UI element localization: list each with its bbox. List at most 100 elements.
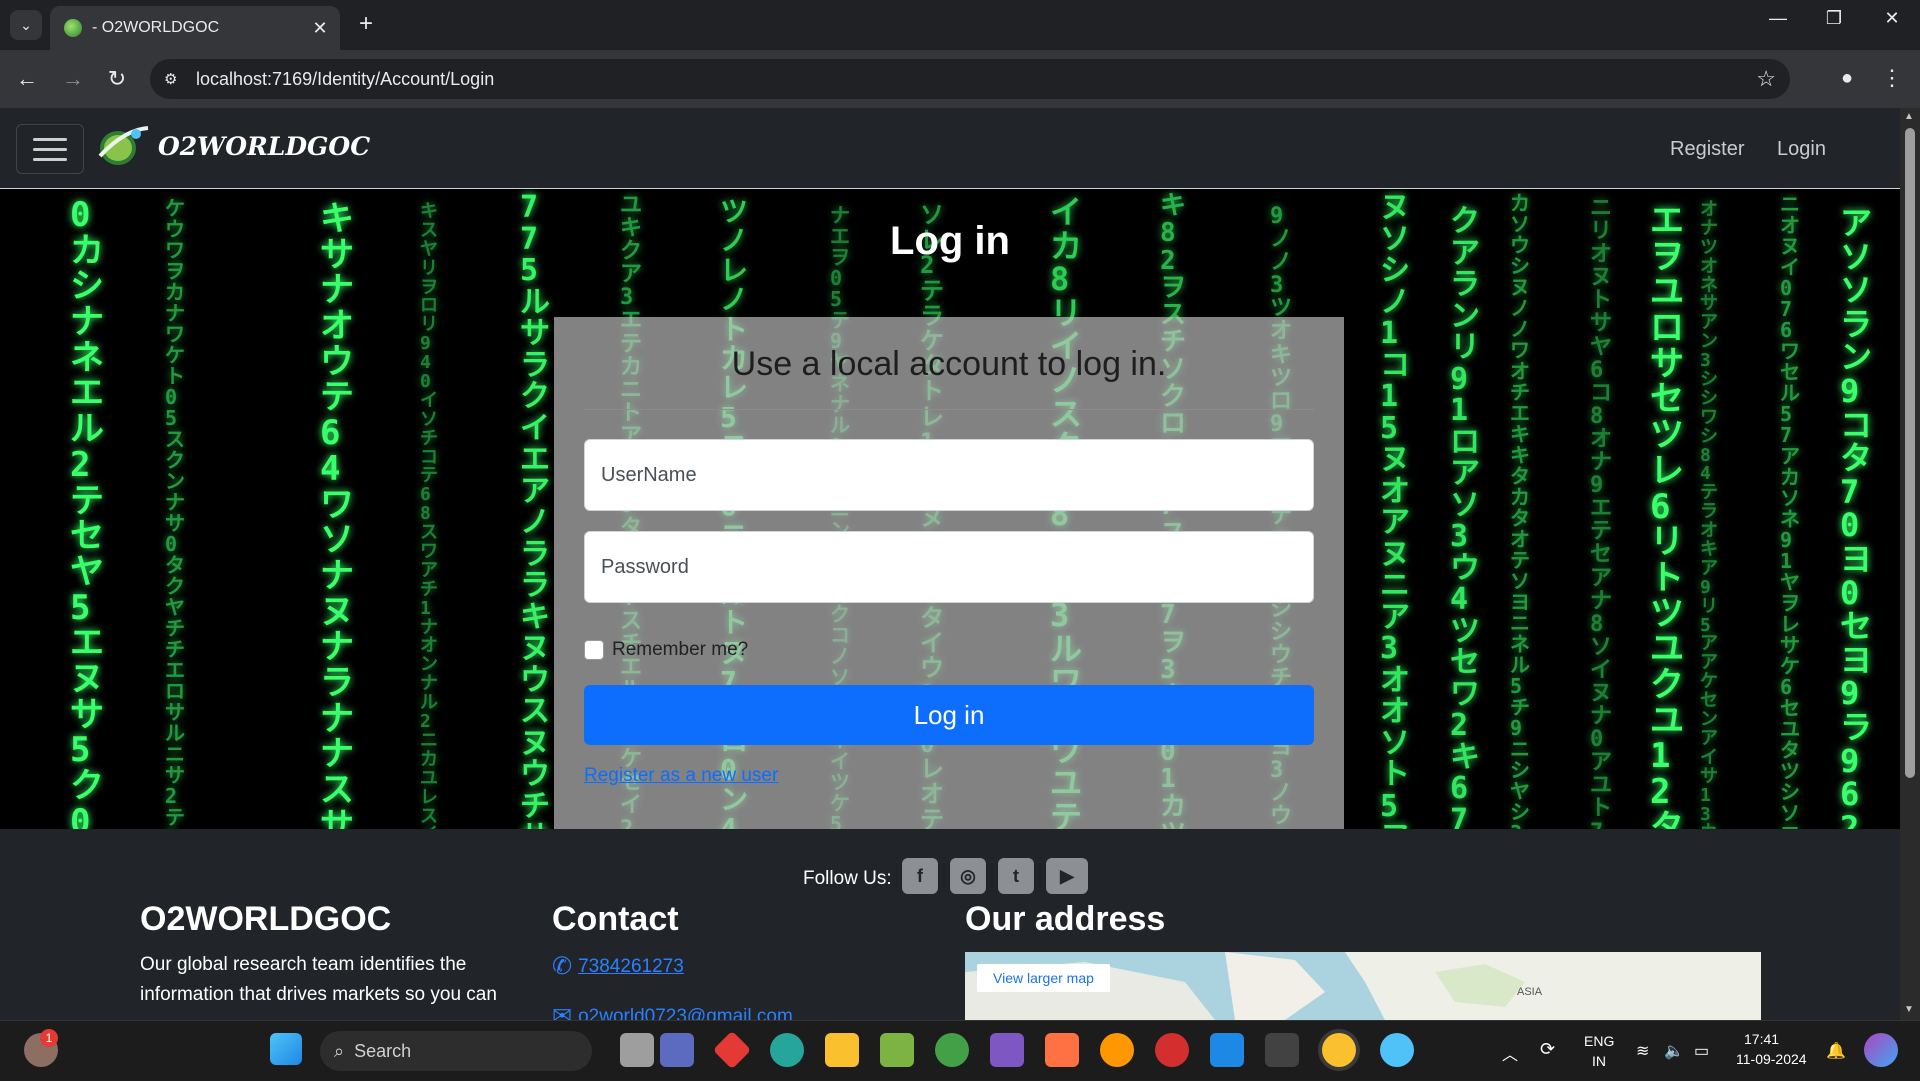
restore-icon[interactable]: ❐ bbox=[1814, 8, 1854, 29]
page-title: Log in bbox=[890, 219, 1010, 263]
search-icon: ⌕ bbox=[334, 1040, 345, 1061]
browser-menu-icon[interactable]: ⋮ bbox=[1880, 63, 1904, 93]
opera-icon[interactable] bbox=[1155, 1033, 1189, 1067]
follow-us-label: Follow Us: bbox=[803, 868, 892, 889]
remember-me-label[interactable]: Remember me? bbox=[612, 639, 748, 661]
minimize-icon[interactable]: — bbox=[1758, 8, 1798, 29]
embedded-map[interactable]: View larger map ASIA bbox=[965, 952, 1761, 1020]
scroll-up-icon[interactable]: ▲ bbox=[1904, 111, 1914, 122]
nav-register-link[interactable]: Register bbox=[1670, 138, 1744, 161]
reload-icon[interactable]: ↻ bbox=[102, 64, 132, 94]
clock-time[interactable]: 17:41 bbox=[1744, 1031, 1779, 1047]
wifi-icon[interactable]: ≋ bbox=[1636, 1041, 1649, 1061]
heading-divider bbox=[584, 409, 1314, 410]
copilot-icon[interactable] bbox=[1864, 1033, 1898, 1067]
back-icon[interactable]: ← bbox=[12, 64, 42, 94]
profile-avatar-icon[interactable]: ● bbox=[1832, 63, 1862, 93]
remember-me-checkbox[interactable] bbox=[584, 640, 604, 660]
chrome-active-icon[interactable] bbox=[1322, 1033, 1356, 1067]
address-url[interactable]: localhost:7169/Identity/Account/Login bbox=[196, 69, 494, 90]
matrix-rain-column: ニ リ オ ヌ ト サ ヤ 6 コ 8 オ ナ 9 エ テ セ ア ナ 8 ソ … bbox=[1590, 196, 1613, 829]
language-bottom[interactable]: IN bbox=[1592, 1053, 1606, 1069]
address-bar[interactable]: ⚙ localhost:7169/Identity/Account/Login … bbox=[150, 59, 1790, 99]
windows-taskbar: 1 ⌕ Search ︿ ⟳ ENG IN ≋ 🔈 ▭ 17:41 11-09-… bbox=[0, 1020, 1920, 1081]
matrix-rain-column: キ ス ヤ リ ヲ ロ リ 9 4 0 イ ソ チ コ テ 6 8 ス ワ ア … bbox=[420, 201, 438, 829]
brand-logo-icon[interactable] bbox=[96, 122, 150, 168]
matrix-rain-column: ヌ ソ シ ノ 1 コ 1 5 ヌ オ ア ヌ ニ ア 3 オ オ ソ ト 5 … bbox=[1380, 190, 1410, 829]
matrix-rain-column: カ ソ ウ シ ヌ ノ ノ ワ オ チ エ キ キ タ カ タ オ テ ソ ヨ … bbox=[1510, 191, 1530, 830]
nav-login-link[interactable]: Login bbox=[1777, 138, 1826, 161]
language-top[interactable]: ENG bbox=[1584, 1033, 1614, 1049]
login-heading: Use a local account to log in. bbox=[731, 345, 1167, 383]
volume-icon[interactable]: 🔈 bbox=[1664, 1041, 1684, 1061]
app-tools-icon[interactable] bbox=[880, 1033, 914, 1067]
browser-tab[interactable]: - O2WORLDGOC ✕ bbox=[50, 6, 340, 50]
youtube-icon[interactable]: ▶ bbox=[1046, 858, 1088, 894]
app-globe-icon[interactable] bbox=[1380, 1033, 1414, 1067]
instagram-icon[interactable]: ◎ bbox=[950, 858, 986, 894]
login-hero: 0 カ シ ナ ネ エ ル 2 テ セ ヤ 5 エ ヌ サ 5 ク 0 ケ ウ … bbox=[0, 189, 1900, 829]
page-viewport: O2WORLDGOC Register Login 0 カ シ ナ ネ エ ル … bbox=[0, 108, 1900, 1020]
matrix-rain-column: ニ オ ヌ イ 0 7 6 ワ セ ル 5 7 ア カ ソ ネ 9 1 ヤ ヲ … bbox=[1780, 192, 1800, 830]
chrome-profile-icon[interactable] bbox=[935, 1033, 969, 1067]
matrix-rain-column: ア ソ ソ ラ ン 9 コ タ 7 0 ヨ 0 セ ヨ 9 ラ 9 6 2 イ bbox=[1840, 204, 1873, 829]
footer-contact-heading: Contact bbox=[552, 900, 679, 938]
footer-about-text: Our global research team identifies the … bbox=[140, 954, 497, 1005]
scroll-down-icon[interactable]: ▼ bbox=[1904, 1004, 1914, 1015]
notifications-bell-icon[interactable]: 🔔 bbox=[1826, 1041, 1846, 1061]
sync-icon[interactable]: ⟳ bbox=[1540, 1039, 1555, 1060]
username-input[interactable]: UserName bbox=[584, 439, 1314, 511]
phone-contact[interactable]: ✆ 7384261273 bbox=[552, 952, 684, 981]
teams-icon[interactable] bbox=[660, 1033, 694, 1067]
view-larger-map-button[interactable]: View larger map bbox=[977, 964, 1110, 992]
edge-icon[interactable] bbox=[770, 1033, 804, 1067]
site-info-icon[interactable]: ⚙ bbox=[164, 70, 184, 88]
register-new-user-link[interactable]: Register as a new user bbox=[584, 765, 778, 787]
page-scrollbar[interactable]: ▲ ▼ bbox=[1900, 108, 1920, 1020]
matrix-rain-column: ケ ウ ワ ヲ カ ナ ワ ケ ト 0 5 ス ク ン ナ サ 0 タ ク ヤ … bbox=[165, 196, 185, 830]
taskbar-search[interactable]: ⌕ Search bbox=[320, 1031, 592, 1071]
email-link[interactable]: o2world0723@gmail.com bbox=[578, 1006, 793, 1021]
site-footer: Follow Us: f ◎ t ▶ O2WORLDGOC Our global… bbox=[0, 830, 1900, 1020]
clock-date[interactable]: 11-09-2024 bbox=[1736, 1051, 1807, 1067]
battery-icon[interactable]: ▭ bbox=[1694, 1041, 1709, 1061]
task-view-icon[interactable] bbox=[620, 1033, 654, 1067]
terminal-icon[interactable] bbox=[1265, 1033, 1299, 1067]
forward-icon[interactable]: → bbox=[58, 64, 88, 94]
bookmark-star-icon[interactable]: ☆ bbox=[1756, 66, 1776, 92]
file-explorer-icon[interactable] bbox=[825, 1033, 859, 1067]
tab-close-icon[interactable]: ✕ bbox=[308, 18, 332, 39]
site-navbar: O2WORLDGOC Register Login bbox=[0, 108, 1900, 189]
password-input[interactable]: Password bbox=[584, 531, 1314, 603]
matrix-rain-column: オ ナ ツ オ ネ サ ア ン 3 シ シ ワ シ 8 4 テ ラ オ キ ア … bbox=[1700, 199, 1718, 829]
login-panel: Use a local account to log in. UserName … bbox=[554, 317, 1344, 829]
scrollbar-thumb[interactable] bbox=[1905, 128, 1915, 778]
twitter-icon[interactable]: t bbox=[998, 858, 1034, 894]
new-tab-button[interactable]: + bbox=[352, 10, 380, 38]
email-icon: ✉ bbox=[552, 1003, 573, 1020]
tab-search-icon[interactable]: ⌄ bbox=[10, 10, 42, 40]
brand-name[interactable]: O2WORLDGOC bbox=[158, 132, 370, 161]
hamburger-menu-button[interactable] bbox=[16, 124, 84, 174]
browser-toolbar: ← → ↻ ⚙ localhost:7169/Identity/Account/… bbox=[0, 50, 1920, 108]
login-submit-button[interactable]: Log in bbox=[584, 685, 1314, 745]
window-close-icon[interactable]: ✕ bbox=[1872, 8, 1912, 29]
facebook-icon[interactable]: f bbox=[902, 858, 938, 894]
tab-title: - O2WORLDGOC bbox=[92, 19, 220, 36]
map-asia-label: ASIA bbox=[1517, 986, 1543, 998]
app-red-diamond-icon[interactable] bbox=[712, 1030, 752, 1070]
matrix-rain-column: キ サ ナ オ ウ テ 6 4 ワ ソ ナ ヌ ナ ラ ナ ナ ス サ bbox=[320, 199, 354, 829]
firefox-icon[interactable] bbox=[1100, 1033, 1134, 1067]
notification-badge: 1 bbox=[40, 1029, 58, 1047]
site-favicon-icon bbox=[64, 19, 82, 37]
vscode-icon[interactable] bbox=[1210, 1033, 1244, 1067]
matrix-rain-column: 0 カ シ ナ ネ エ ル 2 テ セ ヤ 5 エ ヌ サ 5 ク 0 bbox=[70, 195, 104, 829]
visual-studio-icon[interactable] bbox=[990, 1033, 1024, 1067]
windows-start-icon[interactable] bbox=[270, 1033, 302, 1065]
phone-number-link[interactable]: 7384261273 bbox=[578, 956, 684, 978]
email-contact[interactable]: ✉ o2world0723@gmail.com bbox=[552, 1002, 793, 1020]
remember-me-row: Remember me? bbox=[584, 639, 748, 661]
phone-icon: ✆ bbox=[552, 953, 573, 980]
show-hidden-icons[interactable]: ︿ bbox=[1502, 1041, 1518, 1065]
brave-icon[interactable] bbox=[1045, 1033, 1079, 1067]
